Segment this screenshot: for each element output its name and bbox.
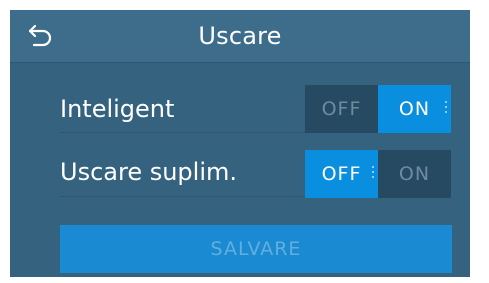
toggle-inteligent-off[interactable]: OFF: [305, 85, 378, 133]
toggle-uscare-suplim[interactable]: OFF ON: [305, 150, 451, 198]
toggle-uscare-suplim-on[interactable]: ON: [378, 150, 451, 198]
save-button[interactable]: SALVARE: [60, 225, 452, 273]
drying-settings-screen: Uscare Inteligent OFF ON Uscare suplim. …: [10, 10, 470, 277]
toggle-inteligent[interactable]: OFF ON: [305, 85, 451, 133]
setting-label-inteligent: Inteligent: [60, 95, 175, 123]
toggle-handle-icon: [372, 166, 375, 182]
row-divider: [60, 196, 305, 197]
row-divider: [60, 132, 305, 133]
setting-label-uscare-suplim: Uscare suplim.: [60, 158, 237, 186]
toggle-inteligent-on[interactable]: ON: [378, 85, 451, 133]
back-arrow-icon: [28, 24, 52, 47]
toggle-handle-icon: [445, 101, 448, 117]
page-title: Uscare: [198, 22, 282, 50]
back-button[interactable]: [26, 21, 56, 51]
toggle-uscare-suplim-off[interactable]: OFF: [305, 150, 378, 198]
header-bar: Uscare: [10, 10, 470, 63]
